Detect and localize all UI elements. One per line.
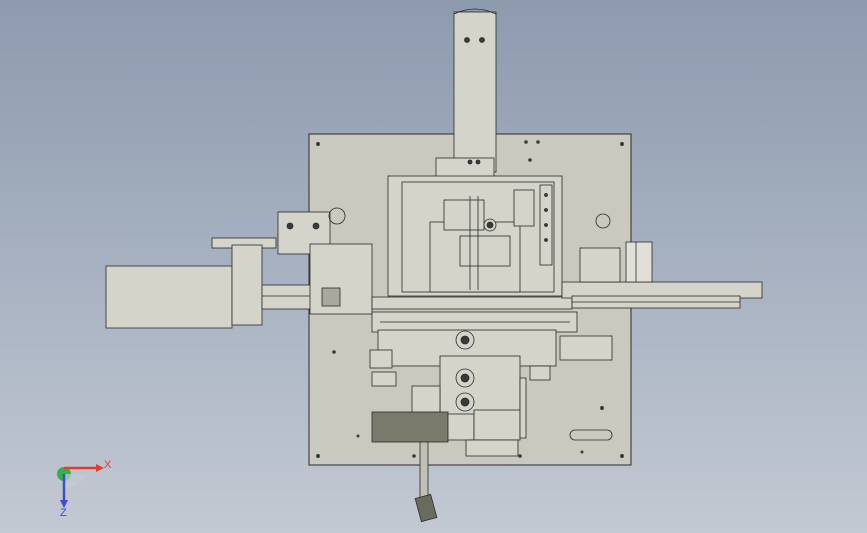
central-frame[interactable] [387, 175, 563, 297]
orientation-triad: X Z [57, 459, 112, 519]
vertical-arm[interactable] [435, 8, 497, 187]
x-axis-label: X [104, 459, 112, 471]
z-axis-label: Z [60, 507, 67, 519]
cad-model-view[interactable]: X Z [0, 0, 867, 533]
graphics-viewport[interactable]: X Z [0, 0, 867, 533]
